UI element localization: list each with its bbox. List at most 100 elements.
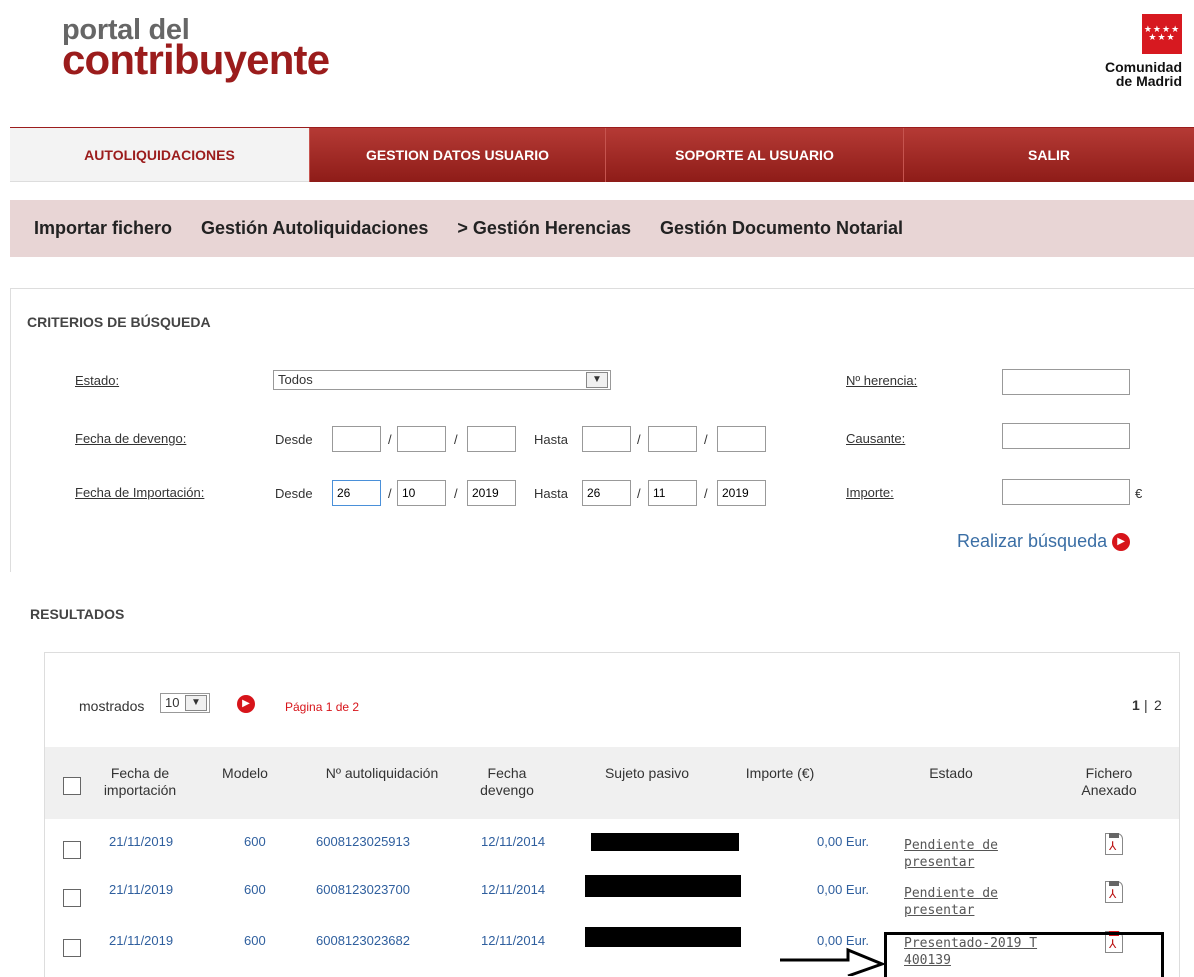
devengo-desde-month[interactable] bbox=[397, 426, 446, 452]
redacted-sujeto-pasivo bbox=[585, 875, 741, 897]
madrid-flag-icon: ★★★★ ★★★ bbox=[1142, 14, 1182, 54]
portal-logo[interactable]: portal del contribuyente bbox=[62, 16, 330, 83]
importacion-hasta-day[interactable] bbox=[582, 480, 631, 506]
results-title: RESULTADOS bbox=[30, 606, 125, 622]
row-checkbox[interactable] bbox=[63, 939, 81, 957]
region-line2: de Madrid bbox=[1115, 73, 1182, 89]
page-link-next[interactable]: 2 bbox=[1154, 697, 1162, 713]
select-all-checkbox[interactable] bbox=[63, 777, 81, 795]
cell-num-autoliquidacion[interactable]: 6008123025913 bbox=[316, 834, 410, 849]
page-link-current[interactable]: 1 bbox=[1132, 697, 1140, 713]
slash: / bbox=[637, 432, 641, 447]
importe-input[interactable] bbox=[1002, 479, 1130, 505]
cell-modelo[interactable]: 600 bbox=[244, 933, 266, 948]
cell-num-autoliquidacion[interactable]: 6008123023682 bbox=[316, 933, 410, 948]
logo-big-text: contribuyente bbox=[62, 36, 330, 83]
chevron-down-icon: ▼ bbox=[185, 695, 207, 711]
main-nav: AUTOLIQUIDACIONES GESTION DATOS USUARIO … bbox=[10, 127, 1194, 182]
play-icon: ▶ bbox=[1112, 533, 1131, 552]
cell-modelo[interactable]: 600 bbox=[244, 882, 266, 897]
results-panel: mostrados 10 ▼ ▶ Página 1 de 2 1 | 2 Fec… bbox=[44, 652, 1180, 977]
cell-estado-link[interactable]: Pendiente de presentar bbox=[904, 885, 998, 919]
row-checkbox[interactable] bbox=[63, 841, 81, 859]
highlight-box bbox=[884, 932, 1164, 977]
devengo-desde-day[interactable] bbox=[332, 426, 381, 452]
fecha-devengo-label: Fecha de devengo: bbox=[75, 431, 187, 446]
sub-nav: Importar fichero Gestión Autoliquidacion… bbox=[10, 200, 1194, 257]
col-importe: Importe (€) bbox=[745, 765, 815, 781]
cell-modelo[interactable]: 600 bbox=[244, 834, 266, 849]
search-criteria-panel: CRITERIOS DE BÚSQUEDA Estado: Todos ▼ Fe… bbox=[10, 288, 1194, 572]
tab-autoliquidaciones[interactable]: AUTOLIQUIDACIONES bbox=[10, 128, 309, 182]
devengo-desde-year[interactable] bbox=[467, 426, 516, 452]
comunidad-madrid-logo: ★★★★ ★★★ Comunidad de Madrid bbox=[1072, 14, 1182, 88]
importacion-desde-day[interactable] bbox=[332, 480, 381, 506]
col-num-autoliquidacion: Nº autoliquidación bbox=[325, 765, 439, 781]
col-fichero-anexado: Fichero Anexado bbox=[1081, 765, 1137, 798]
devengo-hasta-day[interactable] bbox=[582, 426, 631, 452]
search-link[interactable]: Realizar búsqueda ▶ bbox=[957, 531, 1131, 552]
criteria-title: CRITERIOS DE BÚSQUEDA bbox=[27, 314, 211, 330]
slash: / bbox=[637, 486, 641, 501]
estado-line1: Pendiente de bbox=[904, 838, 998, 853]
pdf-file-icon[interactable] bbox=[1105, 833, 1123, 855]
slash: / bbox=[388, 432, 392, 447]
tab-soporte-usuario[interactable]: SOPORTE AL USUARIO bbox=[605, 128, 903, 182]
importe-label: Importe: bbox=[846, 485, 894, 500]
cell-importe[interactable]: 0,00 Eur. bbox=[817, 882, 869, 897]
estado-select[interactable]: Todos ▼ bbox=[273, 370, 611, 390]
col-fecha-importacion: Fecha de importación bbox=[103, 765, 177, 798]
page-size-select[interactable]: 10 ▼ bbox=[160, 693, 210, 713]
importacion-hasta-month[interactable] bbox=[648, 480, 697, 506]
cell-fecha-devengo[interactable]: 12/11/2014 bbox=[481, 882, 545, 897]
devengo-hasta-year[interactable] bbox=[717, 426, 766, 452]
causante-input[interactable] bbox=[1002, 423, 1130, 449]
tab-salir[interactable]: SALIR bbox=[903, 128, 1194, 182]
herencia-input[interactable] bbox=[1002, 369, 1130, 395]
cell-fecha-devengo[interactable]: 12/11/2014 bbox=[481, 933, 545, 948]
subnav-gestion-documento-notarial[interactable]: Gestión Documento Notarial bbox=[660, 218, 903, 239]
redacted-sujeto-pasivo bbox=[591, 833, 739, 851]
mostrados-label: mostrados bbox=[79, 698, 145, 714]
slash: / bbox=[454, 486, 458, 501]
herencia-label: Nº herencia: bbox=[846, 373, 918, 388]
slash: / bbox=[704, 432, 708, 447]
cell-fecha-importacion[interactable]: 21/11/2019 bbox=[109, 834, 173, 849]
subnav-gestion-autoliquidaciones[interactable]: Gestión Autoliquidaciones bbox=[201, 218, 428, 239]
importacion-desde-label: Desde bbox=[275, 486, 313, 501]
importacion-hasta-year[interactable] bbox=[717, 480, 766, 506]
slash: / bbox=[388, 486, 392, 501]
estado-select-value: Todos bbox=[278, 372, 313, 387]
row-checkbox[interactable] bbox=[63, 889, 81, 907]
subnav-importar-fichero[interactable]: Importar fichero bbox=[34, 218, 172, 239]
page-size-value: 10 bbox=[165, 695, 180, 710]
cell-fecha-importacion[interactable]: 21/11/2019 bbox=[109, 882, 173, 897]
devengo-hasta-month[interactable] bbox=[648, 426, 697, 452]
cell-fecha-importacion[interactable]: 21/11/2019 bbox=[109, 933, 173, 948]
cell-fecha-devengo[interactable]: 12/11/2014 bbox=[481, 834, 545, 849]
causante-label: Causante: bbox=[846, 431, 906, 446]
table-header: Fecha de importación Modelo Nº autoliqui… bbox=[45, 747, 1179, 819]
estado-line2: presentar bbox=[904, 855, 975, 870]
devengo-hasta-label: Hasta bbox=[534, 432, 568, 447]
col-modelo: Modelo bbox=[222, 765, 268, 781]
tab-gestion-datos-usuario[interactable]: GESTION DATOS USUARIO bbox=[309, 128, 605, 182]
devengo-desde-label: Desde bbox=[275, 432, 313, 447]
estado-label: Estado: bbox=[75, 373, 120, 388]
estado-line2: presentar bbox=[904, 903, 975, 918]
slash: / bbox=[704, 486, 708, 501]
subnav-gestion-herencias[interactable]: > Gestión Herencias bbox=[457, 218, 631, 239]
importacion-desde-year[interactable] bbox=[467, 480, 516, 506]
col-fecha-devengo: Fecha devengo bbox=[480, 765, 534, 798]
cell-num-autoliquidacion[interactable]: 6008123023700 bbox=[316, 882, 410, 897]
region-line1: Comunidad bbox=[1105, 59, 1182, 75]
cell-estado-link[interactable]: Pendiente de presentar bbox=[904, 837, 998, 871]
page-separator: | bbox=[1144, 697, 1148, 713]
go-page-icon[interactable]: ▶ bbox=[237, 695, 255, 713]
estado-line1: Pendiente de bbox=[904, 886, 998, 901]
importacion-desde-month[interactable] bbox=[397, 480, 446, 506]
cell-importe[interactable]: 0,00 Eur. bbox=[817, 834, 869, 849]
pdf-file-icon[interactable] bbox=[1105, 881, 1123, 903]
arrow-annotation-icon bbox=[780, 947, 886, 976]
redacted-sujeto-pasivo bbox=[585, 927, 741, 947]
